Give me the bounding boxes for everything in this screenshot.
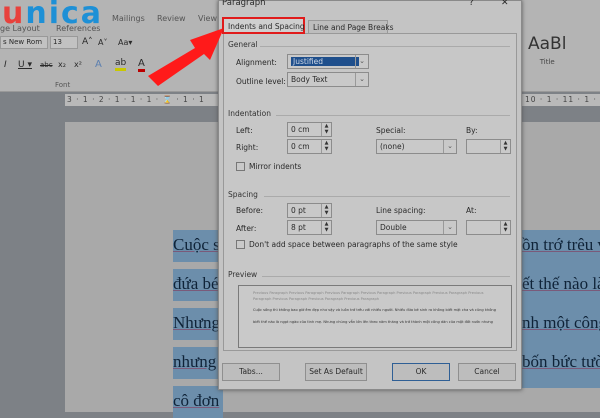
text-line: bốn bức tườ — [522, 347, 600, 379]
ruler-left-marks: 3 · 1 · 2 · 1 · 1 · 1 · ⌛ · 1 · 1 — [67, 95, 205, 104]
divider — [276, 115, 510, 116]
chevron-down-icon: ⌄ — [355, 73, 368, 86]
chevron-down-icon: ⌄ — [355, 55, 368, 68]
cancel-button[interactable]: Cancel — [458, 363, 516, 381]
mirror-indents-label: Mirror indents — [249, 162, 302, 171]
after-input[interactable]: 8 pt ▲ ▼ — [287, 220, 332, 235]
tab-page-layout[interactable]: ge Layout — [0, 24, 40, 33]
before-value: 0 pt — [291, 206, 306, 215]
right-indent-input[interactable]: 0 cm ▲ ▼ — [287, 139, 332, 154]
paragraph-dialog: Paragraph ? ✕ Indents and Spacing Line a… — [218, 0, 522, 390]
divider — [260, 46, 510, 47]
selected-text-left[interactable]: Cuộc s đứa bé Nhưng nhưng cô đơn — [173, 230, 223, 418]
text-line: Nhưng — [173, 308, 223, 340]
preview-box: Previous Paragraph Previous Paragraph Pr… — [238, 285, 512, 348]
chevron-down-icon: ⌄ — [443, 140, 456, 153]
after-label: After: — [236, 224, 257, 233]
text-line: Cuộc s — [173, 230, 223, 262]
tab-references[interactable]: References — [56, 24, 100, 33]
subscript-icon[interactable]: x₂ — [58, 60, 66, 69]
mirror-indents-checkbox[interactable] — [236, 162, 245, 171]
font-size-box[interactable]: 13 — [50, 36, 78, 49]
spinner-icon[interactable]: ▲ ▼ — [321, 204, 331, 217]
help-button[interactable]: ? — [469, 0, 474, 8]
outline-level-select[interactable]: Body Text ⌄ — [287, 72, 369, 87]
strikethrough-icon[interactable]: abc — [40, 61, 53, 69]
tabs-button[interactable]: Tabs... — [222, 363, 280, 381]
ok-button[interactable]: OK — [392, 363, 450, 381]
text-line: đứa bé — [173, 269, 223, 301]
outline-level-value: Body Text — [291, 75, 328, 84]
at-label: At: — [466, 206, 477, 215]
special-label: Special: — [376, 126, 406, 135]
general-heading: General — [228, 40, 258, 49]
superscript-icon[interactable]: x² — [74, 60, 82, 69]
change-case-icon[interactable]: Aa▾ — [118, 38, 132, 47]
tab-indents-and-spacing[interactable]: Indents and Spacing — [222, 17, 305, 34]
special-select[interactable]: (none) ⌄ — [376, 139, 457, 154]
underline-icon[interactable]: U ▾ — [18, 60, 32, 70]
indents-spacing-panel: General Alignment: Justified ⌄ Outline le… — [223, 33, 517, 351]
font-group-label: Font — [55, 81, 71, 89]
red-arrow-annotation — [148, 28, 224, 86]
preview-previous-text: Previous Paragraph Previous Paragraph Pr… — [253, 291, 484, 301]
outline-level-label: Outline level: — [236, 77, 286, 86]
shrink-font-icon[interactable]: A˅ — [98, 38, 107, 47]
arrow-icon — [148, 28, 224, 86]
styles-gallery[interactable]: AaBl Title — [528, 34, 566, 66]
before-input[interactable]: 0 pt ▲ ▼ — [287, 203, 332, 218]
by-label: By: — [466, 126, 478, 135]
left-indent-input[interactable]: 0 cm ▲ ▼ — [287, 122, 332, 137]
style-title-label: Title — [539, 58, 555, 66]
ruler-right-marks: 10 · 1 · 11 · 1 · — [525, 95, 597, 104]
spinner-icon[interactable]: ▲ ▼ — [500, 140, 510, 153]
alignment-value: Justified — [291, 57, 359, 66]
line-spacing-select[interactable]: Double ⌄ — [376, 220, 457, 235]
dialog-title: Paragraph — [222, 0, 266, 8]
tab-line-and-page-breaks[interactable]: Line and Page Breaks — [308, 20, 394, 34]
spinner-icon[interactable]: ▲ ▼ — [500, 221, 510, 234]
close-icon[interactable]: ✕ — [501, 0, 509, 8]
alignment-select[interactable]: Justified ⌄ — [287, 54, 369, 69]
text-line: nh một công — [522, 308, 600, 340]
preview-heading: Preview — [228, 270, 258, 279]
before-label: Before: — [236, 206, 264, 215]
spinner-icon[interactable]: ▲ ▼ — [321, 221, 331, 234]
indentation-heading: Indentation — [228, 109, 271, 118]
font-name-box[interactable]: s New Rom — [0, 36, 48, 49]
selected-text-right[interactable]: ồn trớ trêu v ết thế nào là nh một công … — [522, 230, 600, 388]
left-indent-value: 0 cm — [291, 125, 310, 134]
highlight-icon[interactable]: ab — [115, 58, 127, 71]
style-title-preview: AaBl — [528, 34, 567, 54]
text-line: ết thế nào là — [522, 269, 600, 301]
preview-sample-text: Cuộc sống thì không bao giờ êm đẹp như v… — [253, 308, 496, 324]
grow-font-icon[interactable]: A˄ — [82, 37, 93, 47]
special-value: (none) — [380, 142, 405, 151]
alignment-label: Alignment: — [236, 58, 277, 67]
spinner-icon[interactable]: ▲ ▼ — [321, 123, 331, 136]
text-line: nhưng — [173, 347, 223, 379]
chevron-down-icon: ⌄ — [443, 221, 456, 234]
right-indent-value: 0 cm — [291, 142, 310, 151]
left-indent-label: Left: — [236, 126, 253, 135]
line-spacing-label: Line spacing: — [376, 206, 426, 215]
text-line: ồn trớ trêu v — [522, 230, 600, 262]
dont-add-space-checkbox[interactable] — [236, 240, 245, 249]
italic-icon[interactable]: I — [4, 60, 7, 70]
divider — [262, 276, 510, 277]
text-line: cô đơn — [173, 386, 223, 418]
by-input[interactable]: ▲ ▼ — [466, 139, 511, 154]
dont-add-space-label: Don't add space between paragraphs of th… — [249, 240, 458, 249]
line-spacing-value: Double — [380, 223, 407, 232]
after-value: 8 pt — [291, 223, 306, 232]
right-indent-label: Right: — [236, 143, 259, 152]
spinner-icon[interactable]: ▲ ▼ — [321, 140, 331, 153]
text-effects-icon[interactable]: A — [95, 59, 102, 70]
set-as-default-button[interactable]: Set As Default — [305, 363, 367, 381]
at-input[interactable]: ▲ ▼ — [466, 220, 511, 235]
spacing-heading: Spacing — [228, 190, 258, 199]
divider — [264, 196, 510, 197]
